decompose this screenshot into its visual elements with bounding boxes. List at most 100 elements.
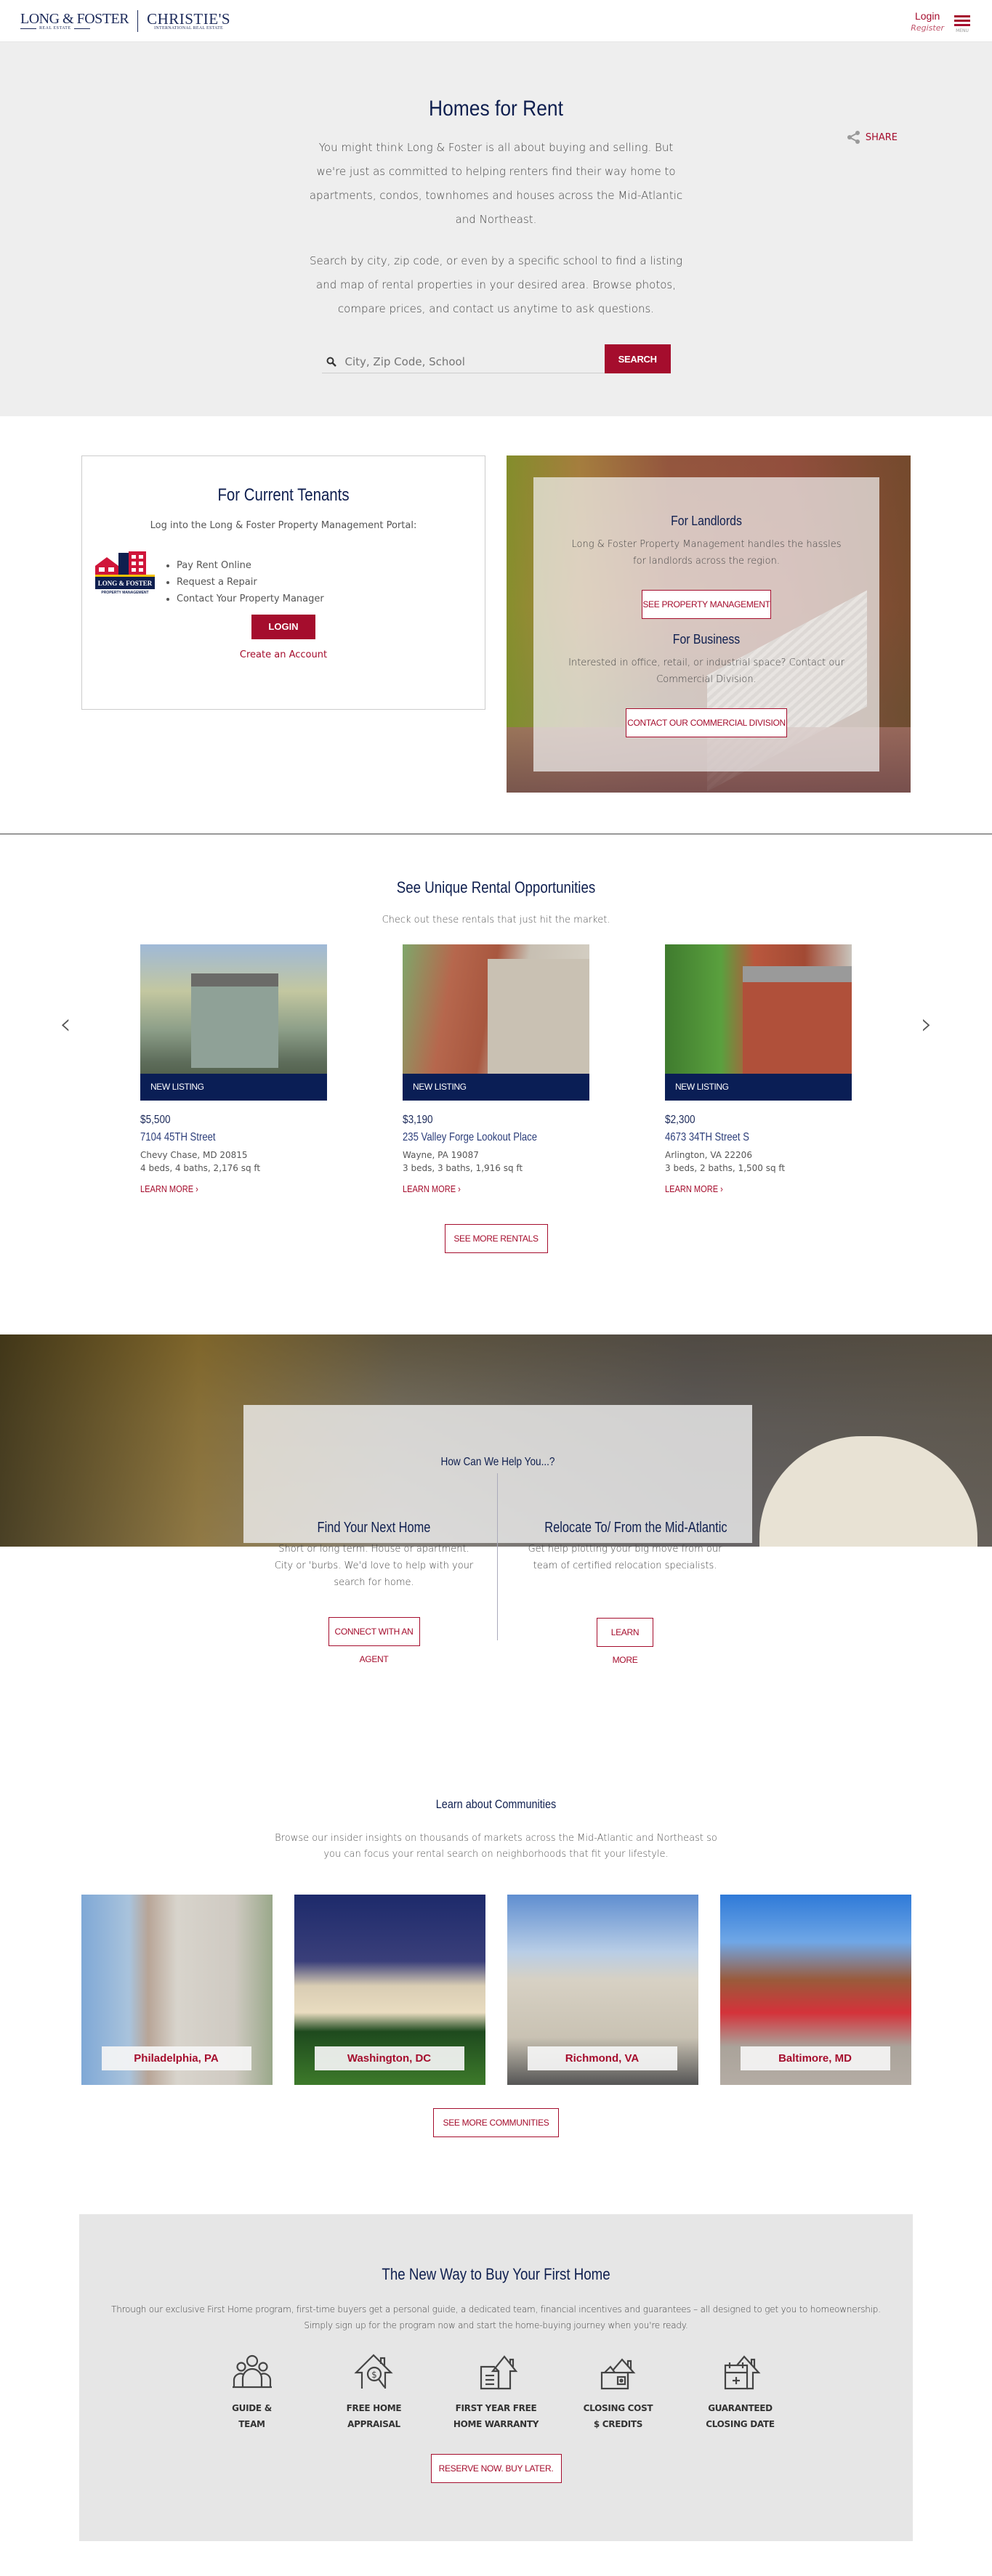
account-links: Login Register — [911, 10, 944, 33]
how-can-we-help-section: How Can We Help You...? Find Your Next H… — [0, 1321, 992, 1714]
page-title: Homes for Rent — [429, 97, 563, 121]
current-tenants-card: For Current Tenants Log into the Long & … — [81, 455, 485, 710]
long-foster-logo: LONG & FOSTER REAL ESTATE — [20, 12, 129, 31]
community-tile-richmond[interactable]: Richmond, VA — [507, 1895, 698, 2085]
community-tile-baltimore[interactable]: Baltimore, MD — [719, 1895, 911, 2085]
brand-logo[interactable]: LONG & FOSTER REAL ESTATE CHRISTIE'S INT… — [20, 10, 230, 32]
listing-specs: 3 beds, 2 baths, 1,500 sq ft — [665, 1163, 786, 1173]
tenant-feature-list: Pay Rent Online Request a Repair Contact… — [162, 557, 324, 607]
search-button[interactable]: SEARCH — [604, 344, 671, 373]
svg-text:LONG & FOSTER: LONG & FOSTER — [98, 580, 153, 587]
create-account-link[interactable]: Create an Account — [82, 649, 485, 660]
tenant-login-button[interactable]: LOGIN — [251, 615, 315, 639]
list-item: Request a Repair — [177, 574, 324, 591]
feature-label: GUIDE & TEAM — [232, 2403, 272, 2429]
learn-more-link[interactable]: LEARN MORE › — [140, 1183, 198, 1194]
carousel-next-chevron-right-icon[interactable]: › — [921, 1010, 932, 1039]
communities-subtitle: Browse our insider insights on thousands… — [275, 1833, 717, 1860]
register-link[interactable]: Register — [911, 23, 944, 33]
see-more-rentals-button[interactable]: SEE MORE RENTALS — [444, 1224, 548, 1253]
reserve-now-button[interactable]: RESERVE NOW. BUY LATER. — [430, 2454, 562, 2483]
listing-card[interactable]: NEW LISTING $5,500 7104 45TH Street Chev… — [140, 944, 327, 1195]
landlords-text: Long & Foster Property Management handle… — [571, 539, 842, 567]
learn-more-label: LEARN MORE — [665, 1183, 719, 1194]
chevron-right-icon: › — [458, 1183, 461, 1194]
community-label: Washington, DC — [314, 2046, 464, 2070]
listing-photo[interactable]: NEW LISTING — [403, 944, 589, 1101]
community-tile-philadelphia[interactable]: Philadelphia, PA — [81, 1895, 273, 2085]
logo-secondary-text: CHRISTIE'S — [147, 10, 231, 28]
logo-primary-text: LONG & FOSTER — [20, 11, 129, 27]
listing-card[interactable]: NEW LISTING $2,300 4673 34TH Street S Ar… — [665, 944, 852, 1195]
team-icon — [232, 2354, 272, 2389]
search-input[interactable] — [344, 355, 585, 368]
menu-button[interactable]: MENU — [954, 10, 970, 33]
credits-icon — [600, 2358, 635, 2390]
listing-address[interactable]: 4673 34TH Street S — [665, 1131, 818, 1144]
feature-guaranteed-date: GUARANTEED CLOSING DATE — [693, 2351, 788, 2432]
hamburger-icon-bar — [954, 20, 970, 22]
new-listing-badge: NEW LISTING — [140, 1074, 327, 1101]
listing-price: $2,300 — [665, 1114, 695, 1126]
rental-opportunities-section: See Unique Rental Opportunities Check ou… — [0, 835, 992, 1321]
login-link[interactable]: Login — [911, 10, 944, 22]
tenant-features: LONG & FOSTER PROPERTY MANAGEMENT Pay Re… — [95, 551, 485, 607]
chevron-right-icon: › — [720, 1183, 723, 1194]
feature-guide-team: GUIDE & TEAM — [205, 2351, 299, 2432]
feature-label: FREE HOME APPRAISAL — [346, 2403, 402, 2429]
relocate-title: Relocate To/ From the Mid-Atlantic — [544, 1520, 727, 1536]
site-header: LONG & FOSTER REAL ESTATE CHRISTIE'S INT… — [0, 0, 992, 42]
hero-section: SHARE Homes for Rent You might think Lon… — [0, 42, 992, 416]
connect-agent-button[interactable]: CONNECT WITH AN AGENT — [328, 1617, 420, 1664]
learn-more-link[interactable]: LEARN MORE › — [403, 1183, 461, 1194]
help-title: How Can We Help You...? — [440, 1456, 555, 1468]
find-home-text: Short or long term. House or apartment. … — [274, 1544, 474, 1588]
feature-label: GUARANTEED CLOSING DATE — [706, 2403, 775, 2429]
listing-city: Chevy Chase, MD 20815 — [140, 1150, 248, 1160]
chevron-right-icon: › — [195, 1183, 198, 1194]
logo-divider — [137, 10, 139, 32]
learn-more-link[interactable]: LEARN MORE › — [665, 1183, 723, 1194]
communities-section: Learn about Communities Browse our insid… — [0, 1714, 992, 2137]
community-label: Richmond, VA — [527, 2046, 677, 2070]
first-home-section: The New Way to Buy Your First Home Throu… — [79, 2214, 913, 2541]
see-more-communities-button[interactable]: SEE MORE COMMUNITIES — [433, 2108, 559, 2137]
first-home-features: GUIDE & TEAM $ FREE HOME APPRAISAL FIRST Y… — [79, 2351, 913, 2432]
landlord-overlay: For Landlords Long & Foster Property Man… — [533, 477, 879, 771]
house-photo — [488, 959, 589, 1082]
tenants-title: For Current Tenants — [217, 485, 350, 505]
feature-appraisal: $ FREE HOME APPRAISAL — [327, 2351, 422, 2432]
share-button[interactable]: SHARE — [847, 130, 898, 145]
appraisal-icon: $ — [353, 2354, 393, 2389]
listing-photo[interactable]: NEW LISTING — [665, 944, 852, 1101]
listing-photo[interactable]: NEW LISTING — [140, 944, 327, 1101]
learn-more-label: LEARN MORE — [140, 1183, 194, 1194]
hamburger-icon-bar — [954, 24, 970, 26]
listing-card[interactable]: NEW LISTING $3,190 235 Valley Forge Look… — [403, 944, 589, 1195]
find-home-column: Find Your Next Home Short or long term. … — [243, 1473, 498, 1664]
see-property-management-button[interactable]: SEE PROPERTY MANAGEMENT — [642, 590, 771, 619]
listing-address[interactable]: 7104 45TH Street — [140, 1131, 294, 1144]
house-photo — [743, 966, 852, 1082]
carousel-prev-chevron-left-icon[interactable]: ‹ — [60, 1010, 71, 1039]
logo-secondary-subtext: INTERNATIONAL REAL ESTATE — [154, 26, 224, 31]
relocation-learn-more-button[interactable]: LEARN MORE — [597, 1618, 653, 1665]
listings-carousel: ‹ NEW LISTING $5,500 7104 45TH Street Ch… — [0, 944, 992, 1195]
calendar-icon — [724, 2355, 760, 2390]
svg-text:$: $ — [371, 2370, 377, 2380]
contact-commercial-button[interactable]: CONTACT OUR COMMERCIAL DIVISION — [626, 708, 787, 737]
first-home-title: The New Way to Buy Your First Home — [382, 2265, 610, 2283]
business-text: Interested in office, retail, or industr… — [568, 657, 844, 685]
menu-label: MENU — [956, 28, 969, 33]
relocate-text: Get help plotting your big move from our… — [528, 1544, 722, 1571]
help-content: How Can We Help You...? Find Your Next H… — [243, 1405, 752, 1666]
feature-closing-credits: CLOSING COST $ CREDITS — [571, 2351, 666, 2432]
house-photo — [191, 973, 278, 1068]
feature-label: FIRST YEAR FREE HOME WARRANTY — [453, 2403, 539, 2429]
svg-text:PROPERTY MANAGEMENT: PROPERTY MANAGEMENT — [101, 591, 148, 595]
listing-address[interactable]: 235 Valley Forge Lookout Place — [403, 1131, 556, 1144]
community-tile-washington[interactable]: Washington, DC — [294, 1895, 485, 2085]
first-home-description-line: Simply sign up for the program now and s… — [304, 2320, 688, 2330]
business-title: For Business — [672, 632, 741, 647]
listing-city: Arlington, VA 22206 — [665, 1150, 752, 1160]
